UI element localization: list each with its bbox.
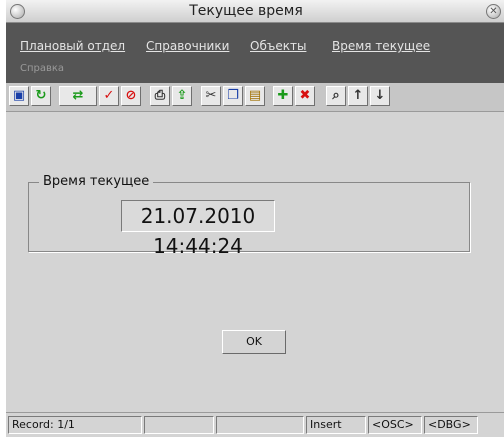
menu-objects[interactable]: Объекты — [250, 39, 306, 53]
save-icon[interactable]: ▣ — [9, 86, 29, 106]
status-cell-empty-2 — [216, 416, 304, 434]
menu-references[interactable]: Справочники — [146, 39, 229, 53]
paste-icon[interactable]: ▤ — [245, 86, 265, 106]
menu-current-time[interactable]: Время текущее — [332, 39, 430, 53]
menu-help[interactable]: Справка — [20, 63, 64, 74]
find-icon[interactable]: ⌕ — [326, 86, 346, 106]
copy-icon[interactable]: ❐ — [223, 86, 243, 106]
window-title: Текущее время — [189, 3, 303, 19]
cancel-icon[interactable]: ⊘ — [121, 86, 141, 106]
down-arrow-icon[interactable]: ↓ — [370, 86, 390, 106]
menu-planning-dept[interactable]: Плановый отдел — [20, 39, 125, 53]
insert-mode-indicator: Insert — [306, 416, 366, 434]
cut-icon[interactable]: ✂ — [201, 86, 221, 106]
export-icon[interactable]: ⇪ — [172, 86, 192, 106]
title-bar: Текущее время ✕ — [6, 0, 504, 23]
main-window: Текущее время ✕ Плановый отдел Справочни… — [6, 0, 504, 437]
ok-button[interactable]: OK — [222, 330, 286, 354]
group-label: Время текущее — [39, 174, 154, 189]
connect-icon[interactable]: ⇄ — [59, 86, 97, 106]
menu-bar: Плановый отдел Справочники Объекты Время… — [6, 23, 504, 83]
refresh-icon[interactable]: ↻ — [31, 86, 51, 106]
print-icon[interactable]: ⎙ — [150, 86, 170, 106]
current-time-group: Время текущее 21.07.2010 14:44:24 — [28, 174, 470, 258]
status-cell-empty-1 — [144, 416, 214, 434]
dbg-indicator: <DBG> — [424, 416, 478, 434]
up-arrow-icon[interactable]: ↑ — [348, 86, 368, 106]
delete-icon[interactable]: ✖ — [295, 86, 315, 106]
current-time-field[interactable]: 21.07.2010 14:44:24 — [121, 200, 275, 258]
add-icon[interactable]: ✚ — [273, 86, 293, 106]
status-bar: Record: 1/1 Insert <OSC> <DBG> — [6, 412, 504, 437]
close-icon[interactable]: ✕ — [486, 4, 501, 19]
check-icon[interactable]: ✓ — [99, 86, 119, 106]
record-indicator: Record: 1/1 — [8, 416, 142, 434]
form-area: Время текущее 21.07.2010 14:44:24 OK — [6, 112, 504, 408]
toolbar: ▣ ↻ ⇄ ✓ ⊘ ⎙ ⇪ ✂ ❐ ▤ ✚ ✖ ⌕ ↑ ↓ — [6, 83, 504, 112]
osc-indicator: <OSC> — [368, 416, 422, 434]
